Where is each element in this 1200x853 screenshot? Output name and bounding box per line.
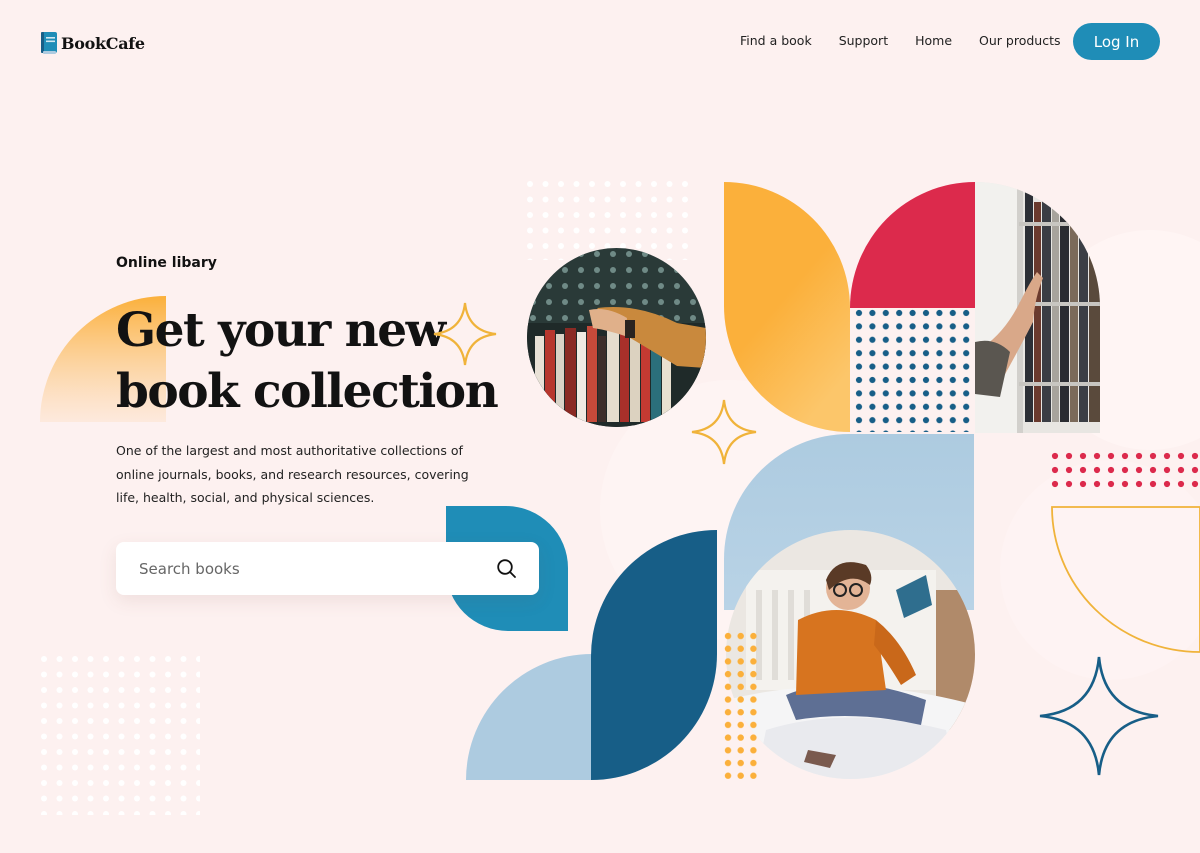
login-button[interactable]: Log In xyxy=(1073,23,1160,60)
light-blue-quarter-shape xyxy=(466,654,592,780)
brand-logo[interactable]: BookCafe xyxy=(40,31,145,55)
landing-page: BookCafe Find a book Support Home Our pr… xyxy=(0,0,1200,853)
hero-description: One of the largest and most authoritativ… xyxy=(116,443,469,505)
main-nav: Find a book Support Home Our products xyxy=(740,33,1061,48)
nav-link-find-a-book[interactable]: Find a book xyxy=(740,33,812,48)
dark-blue-leaf-shape xyxy=(591,530,717,780)
nav-link-support[interactable]: Support xyxy=(839,33,888,48)
search-icon[interactable] xyxy=(496,558,517,579)
headline-line-1: Get your new xyxy=(116,303,446,358)
dot-pattern xyxy=(850,308,975,432)
bookshelf-photo xyxy=(527,248,706,427)
sparkle-icon xyxy=(433,302,497,366)
dot-pattern xyxy=(722,630,762,780)
hero-eyebrow: Online libary xyxy=(116,255,217,271)
dot-pattern xyxy=(1048,450,1200,490)
shelf-hand-photo xyxy=(975,182,1100,433)
crimson-quarter-shape xyxy=(850,182,975,308)
book-logo-icon xyxy=(41,32,57,54)
gold-outline-shape xyxy=(1051,506,1200,653)
reader-photo xyxy=(726,530,975,779)
dot-pattern xyxy=(40,655,200,815)
sparkle-icon xyxy=(1039,656,1159,776)
search-input[interactable] xyxy=(139,559,479,578)
headline-line-2: book collection xyxy=(116,364,499,419)
search-bar xyxy=(116,542,539,595)
brand-name: BookCafe xyxy=(61,33,145,53)
nav-link-home[interactable]: Home xyxy=(915,33,952,48)
nav-link-our-products[interactable]: Our products xyxy=(979,33,1060,48)
orange-leaf-shape xyxy=(724,182,850,432)
